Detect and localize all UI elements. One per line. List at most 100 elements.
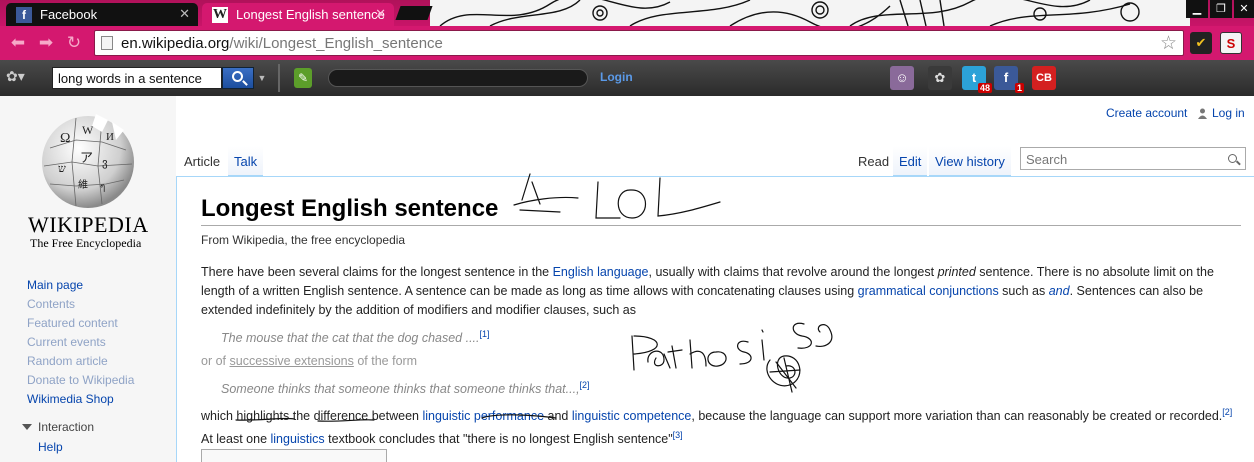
reference-2[interactable]: [2] [1222,407,1232,417]
toolbar-logo-icon[interactable]: ✿▾ [6,68,32,88]
tab-facebook[interactable]: f Facebook ✕ [6,3,198,26]
create-account-link[interactable]: Create account [1106,106,1187,120]
sidebar-section-interaction[interactable]: Interaction [22,420,94,434]
tab-wikipedia[interactable]: W Longest English sentence ✕ [202,3,394,26]
svg-text:ש: ש [58,163,66,175]
text-underlined: successive extensions [229,354,354,368]
back-arrow-icon[interactable]: ⬅ [8,34,28,52]
sidebar-item-random-article[interactable]: Random article [27,354,134,373]
link-linguistics[interactable]: linguistics [271,432,325,446]
tab-talk[interactable]: Talk [228,146,264,176]
twitter-count-badge: 48 [977,83,992,93]
text: such as [998,284,1049,298]
reference-2[interactable]: [2] [580,380,590,390]
svg-text:W: W [82,123,94,137]
svg-text:И: И [106,131,114,143]
url-host: en.wikipedia.org [121,35,230,52]
text: or of [201,354,230,368]
facebook-count-badge: 1 [1014,83,1024,93]
quote-text: Someone thinks that someone thinks that … [221,382,580,397]
tab-article[interactable]: Article [178,146,227,176]
sidebar-item-wikimedia-shop[interactable]: Wikimedia Shop [27,392,134,411]
minimize-button[interactable]: ▁ [1186,0,1208,18]
quote-someone: Someone thinks that someone thinks that … [221,380,590,396]
address-bar[interactable]: en.wikipedia.org/wiki/Longest_English_se… [94,30,1184,56]
sidebar-item-current-events[interactable]: Current events [27,335,134,354]
toolbar-login-field[interactable] [328,69,588,87]
search-icon [232,71,243,82]
page-title: Longest English sentence [201,195,1241,226]
sidebar-item-main-page[interactable]: Main page [27,278,134,297]
tab-view-history[interactable]: View history [929,146,1011,176]
new-tab-button[interactable] [395,6,433,20]
toolbar-dropdown-icon[interactable]: ▼ [256,67,268,89]
close-window-button[interactable]: ✕ [1234,0,1254,18]
text: of the form [353,354,418,368]
sidebar-item-donate[interactable]: Donate to Wikipedia [27,373,134,392]
link-linguistic-competence[interactable]: linguistic competence [572,409,692,423]
extension-check-icon[interactable]: ✔ [1190,32,1212,54]
tab-label: Longest English sentence [236,7,385,22]
text: , because the language can support more … [691,409,1223,424]
link-english-language[interactable]: English language [553,265,649,279]
wikipedia-page: ΩW И ש アვ 維 ๆ WIKIPEDIA The Free Encyclope… [0,96,1254,462]
facebook-icon[interactable]: f1 [994,66,1024,93]
paragraph-intro: There have been several claims for the l… [201,263,1235,320]
section-label: Interaction [38,420,95,434]
extension-s-icon[interactable]: S [1220,32,1242,54]
facebook-favicon-icon: f [16,7,32,23]
svg-text:Ω: Ω [60,131,70,146]
wikipedia-tagline: The Free Encyclopedia [30,236,142,250]
bookmark-star-icon[interactable]: ☆ [1160,32,1177,55]
tab-edit[interactable]: Edit [893,146,928,176]
maximize-button[interactable]: ❐ [1210,0,1232,18]
close-tab-icon[interactable]: ✕ [179,6,190,22]
reference-1[interactable]: [1] [480,329,490,339]
search-icon[interactable] [1228,154,1237,163]
toolbar-login-link[interactable]: Login [600,70,633,84]
page-icon [101,36,113,50]
log-in-link[interactable]: Log in [1212,106,1245,120]
reference-3[interactable]: [3] [673,430,683,440]
sidebar-item-featured-content[interactable]: Featured content [27,316,134,335]
sidebar: ΩW И ש アვ 維 ๆ WIKIPEDIA The Free Encyclope… [0,96,176,462]
tab-strip: f Facebook ✕ W Longest English sentence … [0,0,1254,26]
svg-text:ๆ: ๆ [100,182,105,193]
toolbar-search-input[interactable]: long words in a sentence [52,67,222,89]
reload-icon[interactable]: ↻ [64,34,84,52]
wikipedia-favicon-icon: W [212,7,228,23]
addon-toolbar: ✿▾ long words in a sentence ▼ ✎ Login ☺ … [0,60,1254,96]
people-icon[interactable]: ☺ [890,66,914,90]
url-path: /wiki/Longest_English_sentence [229,35,443,52]
link-and[interactable]: and [1049,284,1070,298]
cb-icon[interactable]: CB [1032,66,1056,90]
site-subtitle: From Wikipedia, the free encyclopedia [201,233,406,247]
wikipedia-wordmark[interactable]: WIKIPEDIA [28,212,149,238]
theme-doodle-art [430,0,1190,26]
toolbar-separator [278,64,280,92]
paragraph-performance: which highlights the difference between … [201,403,1235,449]
text: There have been several claims for the l… [201,265,553,279]
twitter-icon[interactable]: t 48 [962,66,992,93]
collapse-triangle-icon [22,424,32,430]
search-placeholder: Search [1026,152,1068,167]
article-content: Longest English sentence From Wikipedia,… [176,176,1254,462]
quote-text: The mouse that the cat that the dog chas… [221,331,480,346]
sidebar-item-help[interactable]: Help [38,440,63,454]
sidebar-item-contents[interactable]: Contents [27,297,134,316]
link-linguistic-performance[interactable]: linguistic performance [422,409,544,423]
toolbar-clip-icon[interactable]: ✎ [294,68,312,88]
table-of-contents [201,449,387,462]
url-text[interactable]: en.wikipedia.org/wiki/Longest_English_se… [121,35,443,52]
close-tab-icon[interactable]: ✕ [375,6,386,22]
toolbar-search-button[interactable] [222,67,254,89]
forward-arrow-icon[interactable]: ➡ [36,34,56,52]
paragraph-extensions: or of successive extensions of the form [201,352,1235,371]
wikipedia-globe-icon[interactable]: ΩW И ש アვ 維 ๆ [36,110,140,212]
text: which highlights the difference between [201,409,423,424]
link-grammatical-conjunctions[interactable]: grammatical conjunctions [858,284,999,298]
svg-text:ვ: ვ [102,157,108,169]
wiki-search-input[interactable]: Search [1020,147,1246,170]
flock-facebook-icon[interactable]: ✿ [928,66,952,90]
tab-read[interactable]: Read [852,146,896,176]
